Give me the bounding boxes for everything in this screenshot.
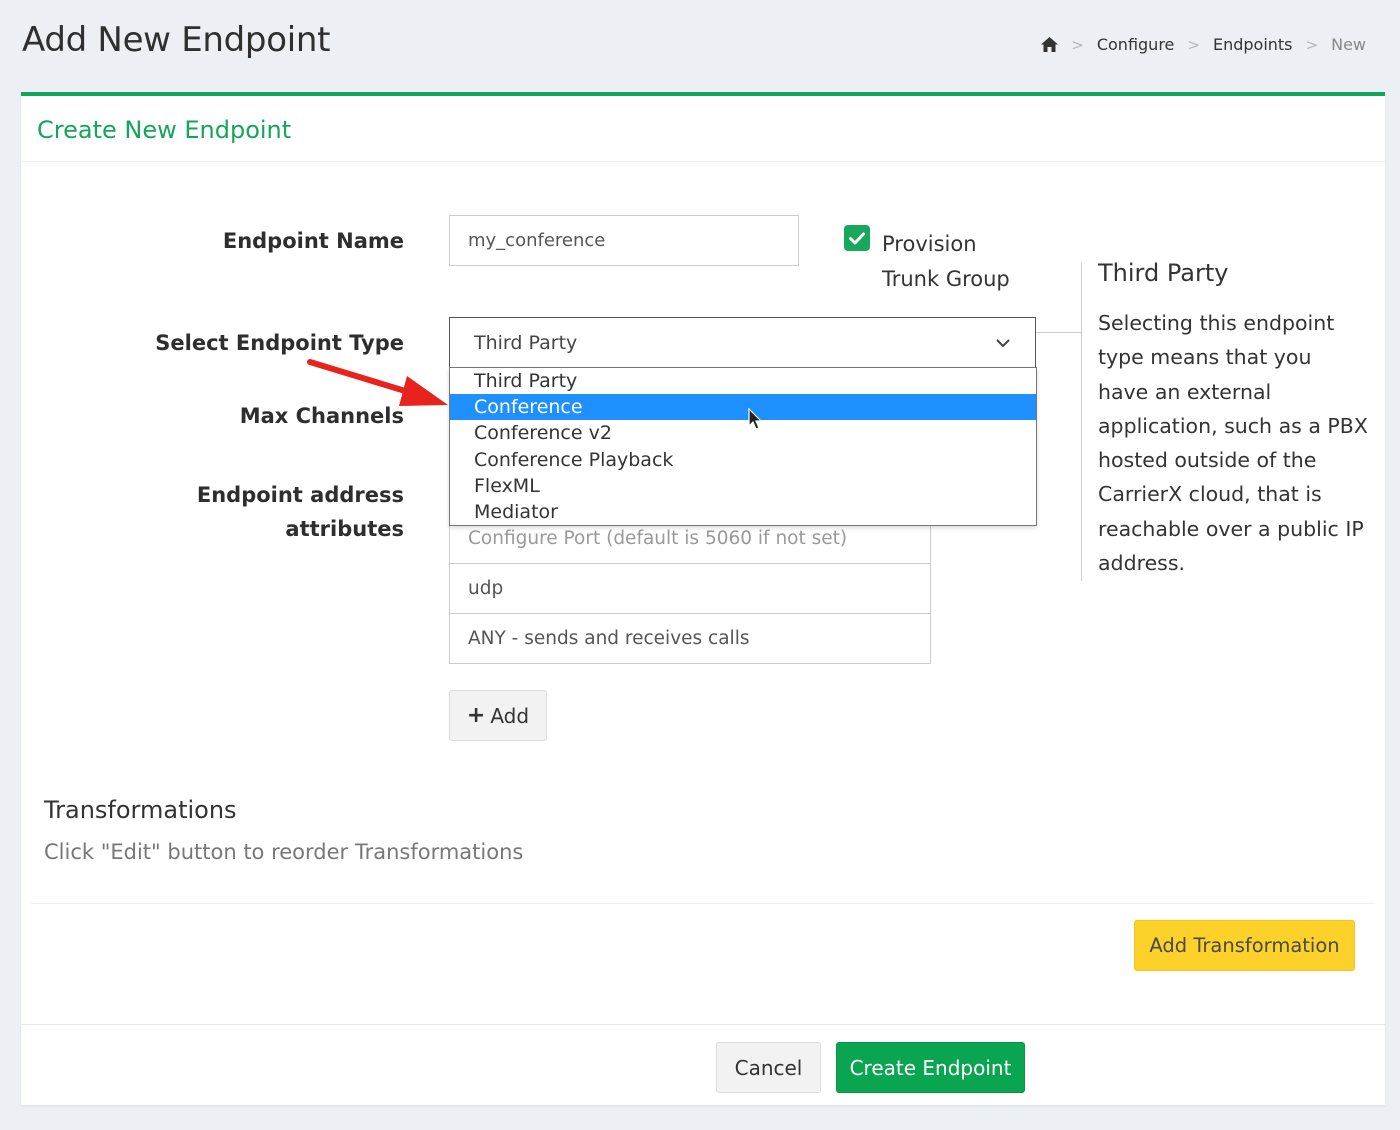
help-connector-line: [1036, 332, 1081, 333]
annotation-arrow-icon: [307, 359, 448, 406]
add-address-button-label: Add: [490, 703, 530, 728]
breadcrumb-separator: >: [1071, 35, 1084, 54]
address-attributes-list: Configure Port (default is 5060 if not s…: [449, 513, 931, 664]
plus-icon: +: [466, 703, 486, 728]
check-icon: [849, 232, 865, 244]
home-icon[interactable]: [1041, 37, 1059, 52]
dropdown-option-third-party[interactable]: Third Party: [450, 368, 1036, 394]
chevron-down-icon: [996, 338, 1010, 347]
help-divider: [1081, 263, 1082, 581]
mouse-cursor-icon: [748, 408, 763, 430]
add-address-button[interactable]: + Add: [449, 690, 547, 741]
dropdown-option-mediator[interactable]: Mediator: [450, 499, 1036, 525]
card-title: Create New Endpoint: [37, 116, 292, 144]
create-endpoint-button[interactable]: Create Endpoint: [836, 1042, 1025, 1093]
endpoint-address-label-line1: Endpoint address: [196, 483, 404, 507]
add-transformation-button[interactable]: Add Transformation: [1134, 920, 1355, 971]
address-direction-field[interactable]: ANY - sends and receives calls: [449, 613, 931, 664]
endpoint-address-label: Endpoint address attributes: [197, 478, 404, 546]
endpoint-name-label: Endpoint Name: [222, 229, 404, 253]
breadcrumb-separator: >: [1305, 35, 1319, 54]
dropdown-option-conference-v2[interactable]: Conference v2: [450, 420, 1036, 446]
breadcrumb-separator: >: [1187, 35, 1200, 54]
endpoint-type-dropdown: Third Party Conference Conference v2 Con…: [449, 367, 1037, 526]
cancel-button[interactable]: Cancel: [716, 1042, 821, 1093]
address-transport-field[interactable]: udp: [449, 563, 931, 614]
endpoint-name-input[interactable]: [449, 215, 799, 266]
page-title: Add New Endpoint: [22, 20, 331, 60]
breadcrumb-endpoints[interactable]: Endpoints: [1213, 35, 1293, 54]
footer-divider: [21, 1024, 1385, 1025]
provision-trunk-group-label[interactable]: Provision Trunk Group: [882, 227, 1032, 297]
endpoint-type-select[interactable]: Third Party: [449, 317, 1036, 368]
transformations-title: Transformations: [44, 796, 237, 824]
transformations-hint: Click "Edit" button to reorder Transform…: [44, 840, 524, 864]
dropdown-option-conference-playback[interactable]: Conference Playback: [450, 447, 1036, 473]
endpoint-type-selected-value: Third Party: [474, 331, 578, 354]
breadcrumb: > Configure > Endpoints > New: [1041, 35, 1366, 54]
dropdown-option-flexml[interactable]: FlexML: [450, 473, 1036, 499]
transformations-divider: [31, 903, 1375, 904]
breadcrumb-configure[interactable]: Configure: [1097, 35, 1175, 54]
breadcrumb-new: New: [1331, 35, 1366, 54]
create-endpoint-card: Create New Endpoint Endpoint Name Provis…: [21, 92, 1385, 1105]
help-text: Selecting this endpoint type means that …: [1098, 311, 1368, 576]
help-title: Third Party: [1098, 259, 1229, 287]
card-divider: [21, 161, 1385, 162]
endpoint-address-label-line2: attributes: [285, 517, 404, 541]
dropdown-option-conference[interactable]: Conference: [450, 394, 1036, 421]
provision-trunk-group-checkbox[interactable]: [844, 225, 870, 251]
